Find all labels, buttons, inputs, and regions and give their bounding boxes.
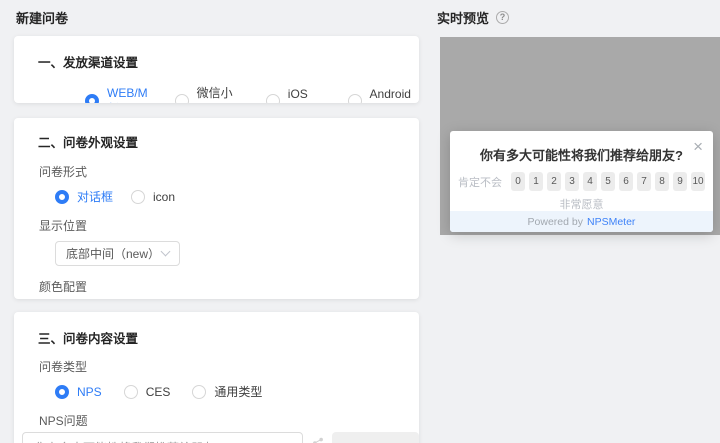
survey-type-radio-group: NPS CES 通用类型 — [55, 383, 419, 400]
chevron-down-icon — [160, 246, 171, 257]
close-icon[interactable]: × — [693, 138, 703, 155]
powered-by-text: Powered by — [527, 215, 583, 228]
score-button-2[interactable]: 2 — [547, 172, 561, 191]
radio-selected-icon — [55, 384, 69, 399]
radio-label: CES — [145, 384, 171, 399]
appearance-section-heading: 二、问卷外观设置 — [38, 136, 139, 150]
radio-generic-type[interactable]: 通用类型 — [192, 383, 262, 400]
live-preview-title: 实时预览 — [437, 11, 490, 26]
radio-selected-icon — [55, 189, 69, 204]
score-button-3[interactable]: 3 — [565, 172, 579, 191]
brand-link[interactable]: NPSMeter — [587, 216, 635, 228]
radio-unselected-icon — [131, 189, 146, 204]
radio-label: WEB/M版 — [107, 85, 148, 104]
channel-radio-group: WEB/M版 微信小程序 iOS SDK Android SDK — [85, 84, 419, 103]
radio-web-m[interactable]: WEB/M版 — [85, 85, 148, 104]
radio-label: iOS SDK — [287, 87, 313, 103]
radio-unselected-icon — [192, 384, 207, 399]
score-button-5[interactable]: 5 — [601, 172, 615, 191]
position-select[interactable]: 底部中间（new） — [55, 241, 180, 266]
radio-label: 对话框 — [77, 190, 114, 204]
min-score-label: 肯定不会 — [458, 176, 502, 189]
form-type-label: 问卷形式 — [39, 165, 88, 179]
nps-question-input[interactable] — [22, 432, 303, 443]
position-select-value: 底部中间（new） — [66, 247, 161, 261]
nps-question-label: NPS问题 — [39, 414, 88, 428]
radio-label: NPS — [77, 384, 102, 399]
score-row: 肯定不会 0 1 2 3 4 5 6 7 8 9 10 — [450, 172, 713, 191]
radio-label: 通用类型 — [214, 385, 263, 399]
radio-dialog-style[interactable]: 对话框 — [55, 188, 113, 205]
appearance-settings-card: 二、问卷外观设置 问卷形式 对话框 icon 显示位置 底部中间（new） 颜色… — [14, 118, 419, 299]
score-button-6[interactable]: 6 — [619, 172, 633, 191]
radio-nps[interactable]: NPS — [55, 384, 102, 399]
channel-section-heading: 一、发放渠道设置 — [38, 56, 139, 70]
radio-unselected-icon — [265, 94, 280, 103]
max-score-label: 非常愿意 — [559, 199, 604, 211]
radio-label: icon — [153, 189, 176, 204]
survey-builder-page: 新建问卷 一、发放渠道设置 WEB/M版 微信小程序 iOS SDK Andro… — [0, 0, 720, 443]
radio-icon-style[interactable]: icon — [131, 189, 176, 204]
score-button-0[interactable]: 0 — [511, 172, 525, 191]
radio-wechat-mini[interactable]: 微信小程序 — [174, 84, 239, 103]
radio-label: Android SDK — [369, 87, 411, 103]
radio-ces[interactable]: CES — [123, 384, 171, 399]
channel-settings-card: 一、发放渠道设置 WEB/M版 微信小程序 iOS SDK Android SD… — [14, 36, 419, 103]
radio-ios-sdk[interactable]: iOS SDK — [265, 87, 321, 103]
content-settings-card: 三、问卷内容设置 问卷类型 NPS CES 通用类型 NPS问题 你有多大可能性… — [14, 312, 419, 443]
radio-unselected-icon — [174, 94, 189, 103]
content-section-heading: 三、问卷内容设置 — [38, 332, 139, 346]
score-button-10[interactable]: 10 — [691, 172, 705, 191]
share-icon[interactable] — [312, 437, 324, 443]
score-button-4[interactable]: 4 — [583, 172, 597, 191]
position-label: 显示位置 — [39, 219, 88, 233]
help-icon[interactable]: ? — [496, 11, 510, 24]
color-config-label: 颜色配置 — [39, 280, 88, 294]
dialog-footer: Powered by NPSMeter — [450, 211, 713, 232]
radio-android-sdk[interactable]: Android SDK — [347, 87, 419, 103]
nps-preview-dialog: × 你有多大可能性将我们推荐给朋友? 肯定不会 0 1 2 3 4 5 6 7 … — [450, 131, 713, 232]
live-preview-header: 实时预览 ? — [437, 8, 510, 27]
score-button-1[interactable]: 1 — [529, 172, 543, 191]
survey-type-label: 问卷类型 — [39, 360, 88, 374]
radio-unselected-icon — [347, 94, 362, 103]
reset-default-question-button[interactable]: 重置为默认问题 — [331, 432, 419, 443]
form-type-radio-group: 对话框 icon — [55, 188, 419, 205]
nps-question-row: 重置为默认问题 — [22, 432, 419, 443]
radio-label: 微信小程序 — [196, 86, 233, 100]
radio-selected-icon — [85, 94, 99, 103]
page-title: 新建问卷 — [16, 11, 69, 26]
question-tools — [312, 437, 324, 443]
score-button-8[interactable]: 8 — [655, 172, 669, 191]
score-button-7[interactable]: 7 — [637, 172, 651, 191]
score-button-9[interactable]: 9 — [673, 172, 687, 191]
radio-unselected-icon — [123, 384, 138, 399]
preview-question-title: 你有多大可能性将我们推荐给朋友? — [480, 148, 683, 163]
